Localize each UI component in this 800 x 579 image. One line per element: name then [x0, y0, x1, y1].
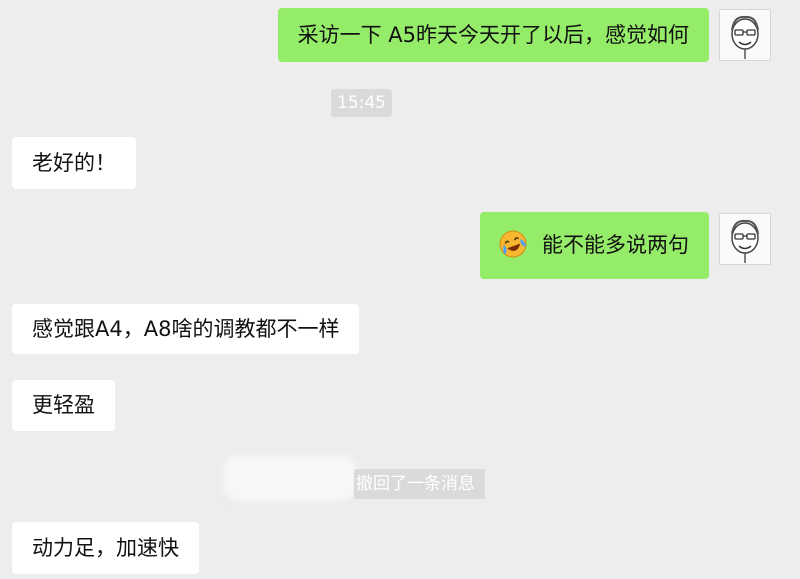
outgoing-message-2[interactable]: 能不能多说两句 [480, 212, 709, 279]
outgoing-message-1[interactable]: 采访一下 A5昨天今天开了以后，感觉如何 [277, 8, 709, 62]
message-text: 感觉跟A4，A8啥的调教都不一样 [32, 317, 340, 341]
incoming-message-4[interactable]: 动力足，加速快 [12, 522, 199, 574]
incoming-message-2[interactable]: 感觉跟A4，A8啥的调教都不一样 [12, 304, 360, 354]
incoming-message-3[interactable]: 更轻盈 [12, 380, 115, 431]
recall-note-text: 撤回了一条消息 [354, 469, 485, 499]
recall-notice: 撤回了一条消息 [224, 455, 494, 501]
timestamp: 15:45 [331, 89, 392, 117]
user-avatar[interactable] [719, 9, 771, 61]
message-text: 动力足，加速快 [32, 536, 179, 560]
caricature-avatar-icon [731, 219, 759, 263]
message-text: 采访一下 A5昨天今天开了以后，感觉如何 [297, 23, 689, 47]
message-text: 能不能多说两句 [542, 233, 689, 257]
message-text: 老好的！ [32, 151, 116, 175]
caricature-avatar-icon [731, 15, 759, 59]
message-text: 更轻盈 [32, 393, 95, 417]
blurred-sender-name [224, 455, 356, 501]
user-avatar[interactable] [719, 213, 771, 265]
incoming-message-1[interactable]: 老好的！ [12, 137, 136, 189]
laughing-crying-emoji-icon [499, 230, 527, 258]
